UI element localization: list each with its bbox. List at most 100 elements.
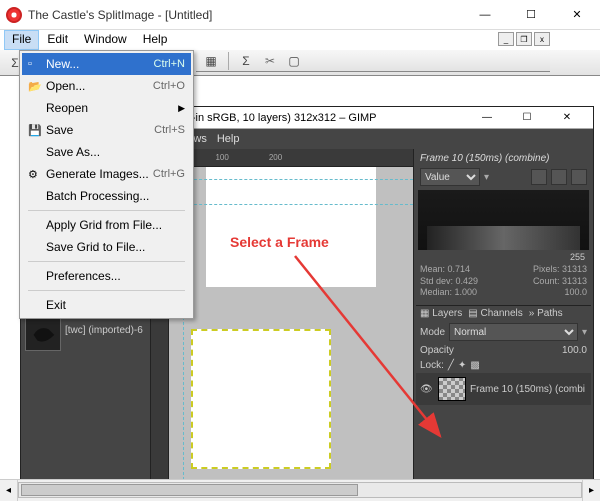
lock-alpha-icon[interactable]: ▩ xyxy=(470,360,479,371)
selection-frame[interactable] xyxy=(191,329,331,469)
value-row: Value ▾ xyxy=(416,166,591,188)
menu-item-label: Save As... xyxy=(46,145,185,159)
menu-edit[interactable]: Edit xyxy=(39,30,76,50)
menu-item-label: Reopen xyxy=(46,101,185,115)
lock-position-icon[interactable]: ✦ xyxy=(458,360,466,371)
menu-item-save-as[interactable]: Save As... xyxy=(22,141,191,163)
scroll-left-button[interactable]: ◂ xyxy=(0,480,18,501)
toolbar-button[interactable]: ▢ xyxy=(283,50,305,72)
menu-item-label: Open... xyxy=(46,79,153,93)
separator xyxy=(228,52,229,70)
save-icon: 💾 xyxy=(28,124,46,137)
tab-channels[interactable]: ▤ Channels xyxy=(468,308,523,319)
menu-item-open[interactable]: 📂 Open... Ctrl+O xyxy=(22,75,191,97)
file-menu-dropdown: ▫ New... Ctrl+N 📂 Open... Ctrl+O Reopen … xyxy=(19,50,194,319)
menu-item-label: Apply Grid from File... xyxy=(46,218,185,232)
menu-help[interactable]: Help xyxy=(135,30,176,50)
menu-window[interactable]: Window xyxy=(76,30,135,50)
max-value: 255 xyxy=(416,252,591,262)
menu-item-label: Generate Images... xyxy=(46,167,153,181)
frame-label: Frame 10 (150ms) (combine) xyxy=(416,151,591,166)
image-canvas[interactable] xyxy=(206,167,376,287)
app-icon xyxy=(6,7,22,23)
toolbar-row-2: ▦ Σ ✂ ▢ xyxy=(196,50,550,72)
opacity-label: Opacity xyxy=(420,345,454,356)
menu-item-label: Exit xyxy=(46,298,185,312)
window-controls: — ☐ ✕ xyxy=(462,0,600,30)
layer-row[interactable]: 👁 Frame 10 (150ms) (combi xyxy=(416,373,591,405)
close-button[interactable]: ✕ xyxy=(554,0,600,30)
menu-separator xyxy=(28,261,185,262)
statusbar: ◂ ▸ xyxy=(0,479,600,501)
menu-item-label: Batch Processing... xyxy=(46,189,185,203)
gimp-menu-help[interactable]: Help xyxy=(217,133,240,145)
open-icon: 📂 xyxy=(28,80,46,93)
tab-paths[interactable]: » Paths xyxy=(529,308,563,319)
gimp-minimize-button[interactable]: — xyxy=(467,108,507,128)
titlebar: The Castle's SplitImage - [Untitled] — ☐… xyxy=(0,0,600,30)
scroll-right-button[interactable]: ▸ xyxy=(582,480,600,501)
toolbar-grid-icon[interactable]: ▦ xyxy=(200,50,222,72)
mode-select[interactable]: Normal xyxy=(449,323,578,341)
minimize-button[interactable]: — xyxy=(462,0,508,30)
menu-file[interactable]: File xyxy=(4,30,39,50)
menu-item-exit[interactable]: Exit xyxy=(22,294,191,316)
mode-row: Mode Normal ▾ xyxy=(416,321,591,343)
menu-item-batch-processing[interactable]: Batch Processing... xyxy=(22,185,191,207)
guide[interactable] xyxy=(169,179,413,180)
scrollbar-thumb[interactable] xyxy=(21,484,358,496)
histogram[interactable] xyxy=(418,190,589,250)
new-icon: ▫ xyxy=(28,58,46,70)
lock-row: Lock: ╱ ✦ ▩ xyxy=(416,358,591,373)
mode-label: Mode xyxy=(420,327,445,338)
tab-layers[interactable]: ▦ Layers xyxy=(420,308,462,319)
menu-item-preferences[interactable]: Preferences... xyxy=(22,265,191,287)
menu-item-label: New... xyxy=(46,57,154,71)
opacity-row: Opacity 100.0 xyxy=(416,343,591,358)
chevron-down-icon[interactable]: ▾ xyxy=(582,327,587,338)
maximize-button[interactable]: ☐ xyxy=(508,0,554,30)
layer-label: [twc] (imported)-6 xyxy=(65,325,143,336)
toolbar-crop-icon[interactable]: ✂ xyxy=(259,50,281,72)
mdi-minimize-button[interactable]: _ xyxy=(498,32,514,46)
menu-item-generate-images[interactable]: ⚙ Generate Images... Ctrl+G xyxy=(22,163,191,185)
guide[interactable] xyxy=(169,204,413,205)
panel-button[interactable] xyxy=(531,169,547,185)
layer-name: Frame 10 (150ms) (combi xyxy=(470,384,585,395)
visibility-icon[interactable]: 👁 xyxy=(420,384,434,395)
lock-pixel-icon[interactable]: ╱ xyxy=(448,360,454,371)
window-title: The Castle's SplitImage - [Untitled] xyxy=(28,8,462,22)
gimp-maximize-button[interactable]: ☐ xyxy=(507,108,547,128)
menu-item-save[interactable]: 💾 Save Ctrl+S xyxy=(22,119,191,141)
annotation-text: Select a Frame xyxy=(230,234,329,250)
gimp-right-panel: Frame 10 (150ms) (combine) Value ▾ 255 M… xyxy=(413,149,593,479)
menu-item-label: Save Grid to File... xyxy=(46,240,185,254)
horizontal-scrollbar[interactable] xyxy=(18,480,582,501)
lock-label: Lock: xyxy=(420,360,444,371)
toolbar-sigma-icon[interactable]: Σ xyxy=(235,50,257,72)
menu-shortcut: Ctrl+G xyxy=(153,168,185,180)
opacity-value: 100.0 xyxy=(562,345,587,356)
chevron-down-icon[interactable]: ▾ xyxy=(484,172,489,183)
menu-item-reopen[interactable]: Reopen ▶ xyxy=(22,97,191,119)
panel-button[interactable] xyxy=(551,169,567,185)
menu-separator xyxy=(28,210,185,211)
submenu-arrow-icon: ▶ xyxy=(178,103,185,114)
menu-item-save-grid[interactable]: Save Grid to File... xyxy=(22,236,191,258)
menu-separator xyxy=(28,290,185,291)
panel-button[interactable] xyxy=(571,169,587,185)
mdi-restore-button[interactable]: ❐ xyxy=(516,32,532,46)
mdi-close-button[interactable]: x xyxy=(534,32,550,46)
menu-shortcut: Ctrl+S xyxy=(154,124,185,136)
menu-shortcut: Ctrl+O xyxy=(153,80,185,92)
menu-item-apply-grid[interactable]: Apply Grid from File... xyxy=(22,214,191,236)
gimp-close-button[interactable]: ✕ xyxy=(547,108,587,128)
mdi-window-controls: _ ❐ x xyxy=(498,32,550,46)
menu-item-label: Preferences... xyxy=(46,269,185,283)
value-select[interactable]: Value xyxy=(420,168,480,186)
menu-item-new[interactable]: ▫ New... Ctrl+N xyxy=(22,53,191,75)
layer-thumbnail[interactable] xyxy=(438,377,466,401)
layer-thumbnail[interactable] xyxy=(25,315,61,351)
menu-item-label: Save xyxy=(46,123,154,137)
menu-shortcut: Ctrl+N xyxy=(154,58,185,70)
